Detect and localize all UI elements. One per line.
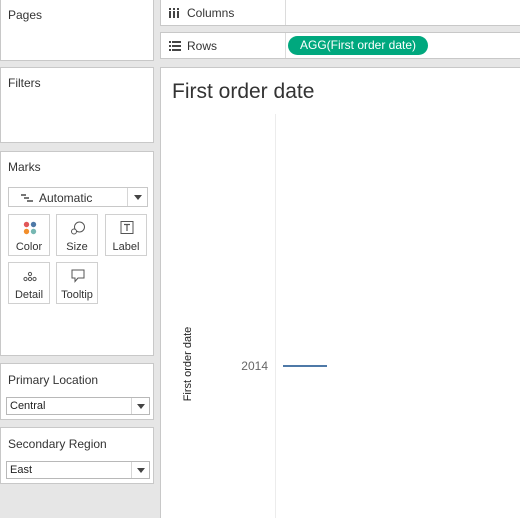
y-axis-title: First order date [182,327,194,402]
columns-shelf-header: Columns [161,0,286,25]
primary-location-card: Primary Location Central [0,363,154,420]
mark-type-dropdown[interactable]: Automatic [8,187,148,207]
color-label: Color [15,241,43,253]
label-t-icon [120,221,134,234]
filters-title: Filters [8,76,41,90]
size-label: Size [66,241,88,253]
primary-location-select[interactable]: Central [6,397,150,415]
detail-button[interactable]: Detail [8,262,50,304]
color-dots-icon [23,221,37,235]
size-shapes-icon [71,221,85,235]
mark-type-value: Automatic [39,191,93,205]
rows-icon [169,41,181,51]
pages-card[interactable]: Pages [0,0,154,61]
columns-icon [169,8,179,18]
viz-area[interactable]: First order date First order date 2014 [160,67,520,518]
rows-pill-first-order-date[interactable]: AGG(First order date) [288,36,429,55]
primary-location-title: Primary Location [8,373,99,387]
secondary-region-select[interactable]: East [6,461,150,479]
secondary-region-value: East [10,464,33,476]
label-label: Label [112,241,140,253]
color-button[interactable]: Color [8,214,50,256]
columns-shelf[interactable]: Columns [160,0,520,26]
secondary-region-card: Secondary Region East [0,427,154,484]
size-button[interactable]: Size [56,214,98,256]
tooltip-label: Tooltip [61,289,93,301]
detail-dots-icon [23,271,37,282]
pages-title: Pages [8,8,43,22]
label-button[interactable]: Label [105,214,147,256]
detail-label: Detail [14,289,44,301]
chart: First order date 2014 [182,114,327,518]
chevron-down-icon[interactable] [131,398,149,414]
y-tick-label: 2014 [241,359,268,373]
rows-shelf-header: Rows [161,33,286,58]
tooltip-bubble-icon [71,269,85,283]
secondary-region-title: Secondary Region [8,437,107,451]
chevron-down-icon[interactable] [131,462,149,478]
primary-location-value: Central [10,400,46,412]
filters-card[interactable]: Filters [0,67,154,143]
marks-card: Marks Automatic Color Size Label Detail … [0,151,154,356]
columns-label: Columns [187,6,235,20]
tooltip-button[interactable]: Tooltip [56,262,98,304]
rows-shelf[interactable]: Rows AGG(First order date) [160,32,520,59]
automatic-mark-icon [21,194,33,202]
rows-label: Rows [187,39,218,53]
chevron-down-icon[interactable] [127,188,147,206]
marks-title: Marks [8,160,41,174]
